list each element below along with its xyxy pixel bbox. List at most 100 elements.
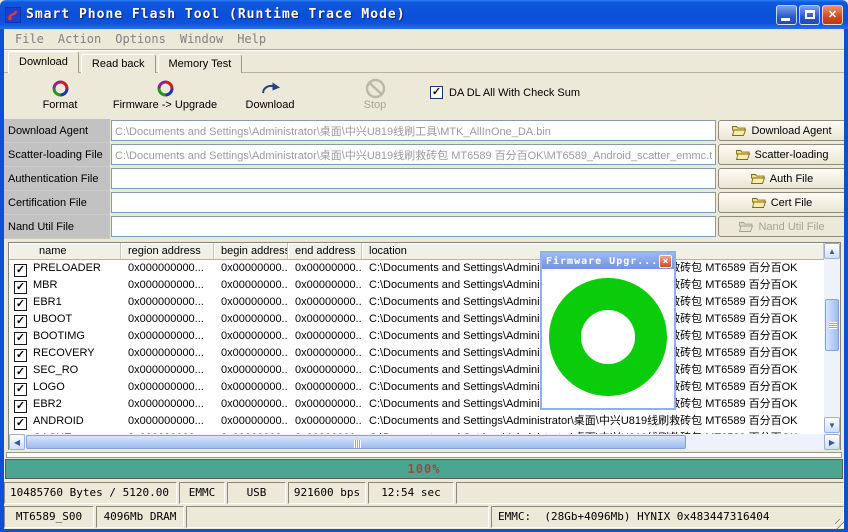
window-edge-left [0,29,4,532]
folder-icon [752,197,766,208]
tab-read-back[interactable]: Read back [81,54,156,73]
maximize-button[interactable] [799,5,820,25]
table-row[interactable]: ✓EBR10x000000000...0x00000000...0x000000… [9,294,824,311]
col-header-name[interactable]: name [9,243,121,259]
status-elapsed-time: 12:54 sec [368,482,454,504]
file-path-input[interactable] [111,192,716,213]
minimize-button[interactable] [776,5,797,25]
popup-title: Firmware Upgr... [546,256,659,267]
table-row[interactable]: ✓MBR0x000000000...0x00000000...0x0000000… [9,277,824,294]
folder-icon [736,149,750,160]
row-checkbox[interactable]: ✓ [14,349,27,362]
tab-memory-test[interactable]: Memory Test [158,54,243,73]
table-row[interactable]: ✓EBR20x000000000...0x00000000...0x000000… [9,396,824,413]
row-end-address: 0x00000000... [288,362,362,379]
partition-table: name region address begin address end ad… [8,242,841,450]
row-region-address: 0x000000000... [121,379,214,396]
file-browse-button[interactable]: Cert File [718,192,846,213]
horizontal-scrollbar[interactable]: ◀ ▶ [9,434,840,450]
toolbar: Format Firmware -> Upgrade Download [4,74,844,118]
file-browse-button[interactable]: Auth File [718,168,846,189]
row-name: RECOVERY [33,347,95,359]
status-chip: MT6589_S00 [4,506,94,528]
table-row[interactable]: ✓PRELOADER0x000000000...0x00000000...0x0… [9,260,824,277]
menu-item-help[interactable]: Help [230,29,273,49]
popup-close-icon[interactable]: × [659,255,672,268]
row-name: EBR1 [33,296,62,308]
row-begin-address: 0x00000000... [214,260,288,277]
close-button[interactable]: ✕ [822,5,843,25]
row-begin-address: 0x00000000... [214,277,288,294]
status-dram: 4096Mb DRAM [96,506,184,528]
da-dl-checksum-checkbox[interactable]: ✓ DA DL All With Check Sum [430,86,580,99]
row-region-address: 0x000000000... [121,362,214,379]
progress-label: 100% [408,462,441,476]
col-header-begin-address[interactable]: begin address [214,243,288,259]
menu-item-window[interactable]: Window [173,29,230,49]
scroll-down-icon[interactable]: ▼ [824,417,840,433]
row-begin-address: 0x00000000... [214,396,288,413]
row-begin-address: 0x00000000... [214,413,288,430]
row-begin-address: 0x00000000... [214,311,288,328]
file-browse-button[interactable]: Download Agent [718,120,846,141]
folder-icon [751,173,765,184]
row-checkbox[interactable]: ✓ [14,366,27,379]
title-bar[interactable]: Smart Phone Flash Tool (Runtime Trace Mo… [0,0,848,29]
stop-button-label: Stop [310,99,440,111]
scroll-right-icon[interactable]: ▶ [824,434,840,450]
scroll-up-icon[interactable]: ▲ [824,243,840,259]
row-end-address: 0x00000000... [288,413,362,430]
popup-title-bar[interactable]: Firmware Upgr... × [542,253,674,269]
row-region-address: 0x000000000... [121,328,214,345]
col-header-region-address[interactable]: region address [121,243,214,259]
file-path-input[interactable] [111,144,716,165]
row-checkbox[interactable]: ✓ [14,400,27,413]
table-row[interactable]: ✓RECOVERY0x000000000...0x00000000...0x00… [9,345,824,362]
app-icon [5,7,21,23]
stop-button[interactable]: Stop [310,78,440,111]
vertical-scroll-thumb[interactable] [825,299,839,351]
file-label: Certification File [4,191,110,215]
firmware-upgrade-popup: Firmware Upgr... × [540,251,676,410]
file-browse-button[interactable]: Nand Util File [718,216,846,237]
row-end-address: 0x00000000... [288,345,362,362]
col-header-end-address[interactable]: end address [288,243,362,259]
table-row[interactable]: ✓UBOOT0x000000000...0x00000000...0x00000… [9,311,824,328]
row-checkbox[interactable]: ✓ [14,298,27,311]
file-grid: Download AgentDownload AgentScatter-load… [4,119,844,240]
row-checkbox[interactable]: ✓ [14,281,27,294]
vertical-scrollbar[interactable]: ▲ ▼ [824,243,840,434]
file-button-label: Download Agent [751,125,831,137]
menu-item-options[interactable]: Options [108,29,173,49]
tab-strip: DownloadRead backMemory Test [8,51,244,73]
file-browse-button[interactable]: Scatter-loading [718,144,846,165]
row-region-address: 0x000000000... [121,396,214,413]
row-checkbox[interactable]: ✓ [14,383,27,396]
row-region-address: 0x000000000... [121,345,214,362]
menu-item-action[interactable]: Action [51,29,108,49]
table-row[interactable]: ✓LOGO0x000000000...0x00000000...0x000000… [9,379,824,396]
row-region-address: 0x000000000... [121,311,214,328]
row-checkbox[interactable]: ✓ [14,417,27,430]
row-checkbox[interactable]: ✓ [14,264,27,277]
scroll-left-icon[interactable]: ◀ [9,434,25,450]
popup-body [542,269,674,408]
file-path-input[interactable] [111,168,716,189]
file-path-input[interactable] [111,120,716,141]
row-name: BOOTIMG [33,330,85,342]
row-checkbox[interactable]: ✓ [14,315,27,328]
menu-item-file[interactable]: File [8,29,51,49]
table-row[interactable]: ✓ANDROID0x000000000...0x00000000...0x000… [9,413,824,430]
tab-download[interactable]: Download [8,51,79,73]
progress-ring [549,278,667,396]
file-label: Authentication File [4,167,110,191]
file-path-input[interactable] [111,216,716,237]
status-empty [456,482,844,504]
row-checkbox[interactable]: ✓ [14,332,27,345]
table-row[interactable]: ✓SEC_RO0x000000000...0x00000000...0x0000… [9,362,824,379]
checkbox-label: DA DL All With Check Sum [449,87,580,99]
horizontal-scroll-thumb[interactable] [26,435,686,449]
table-row[interactable]: ✓BOOTIMG0x000000000...0x00000000...0x000… [9,328,824,345]
window-edge-right [844,29,848,532]
file-label: Scatter-loading File [4,143,110,167]
